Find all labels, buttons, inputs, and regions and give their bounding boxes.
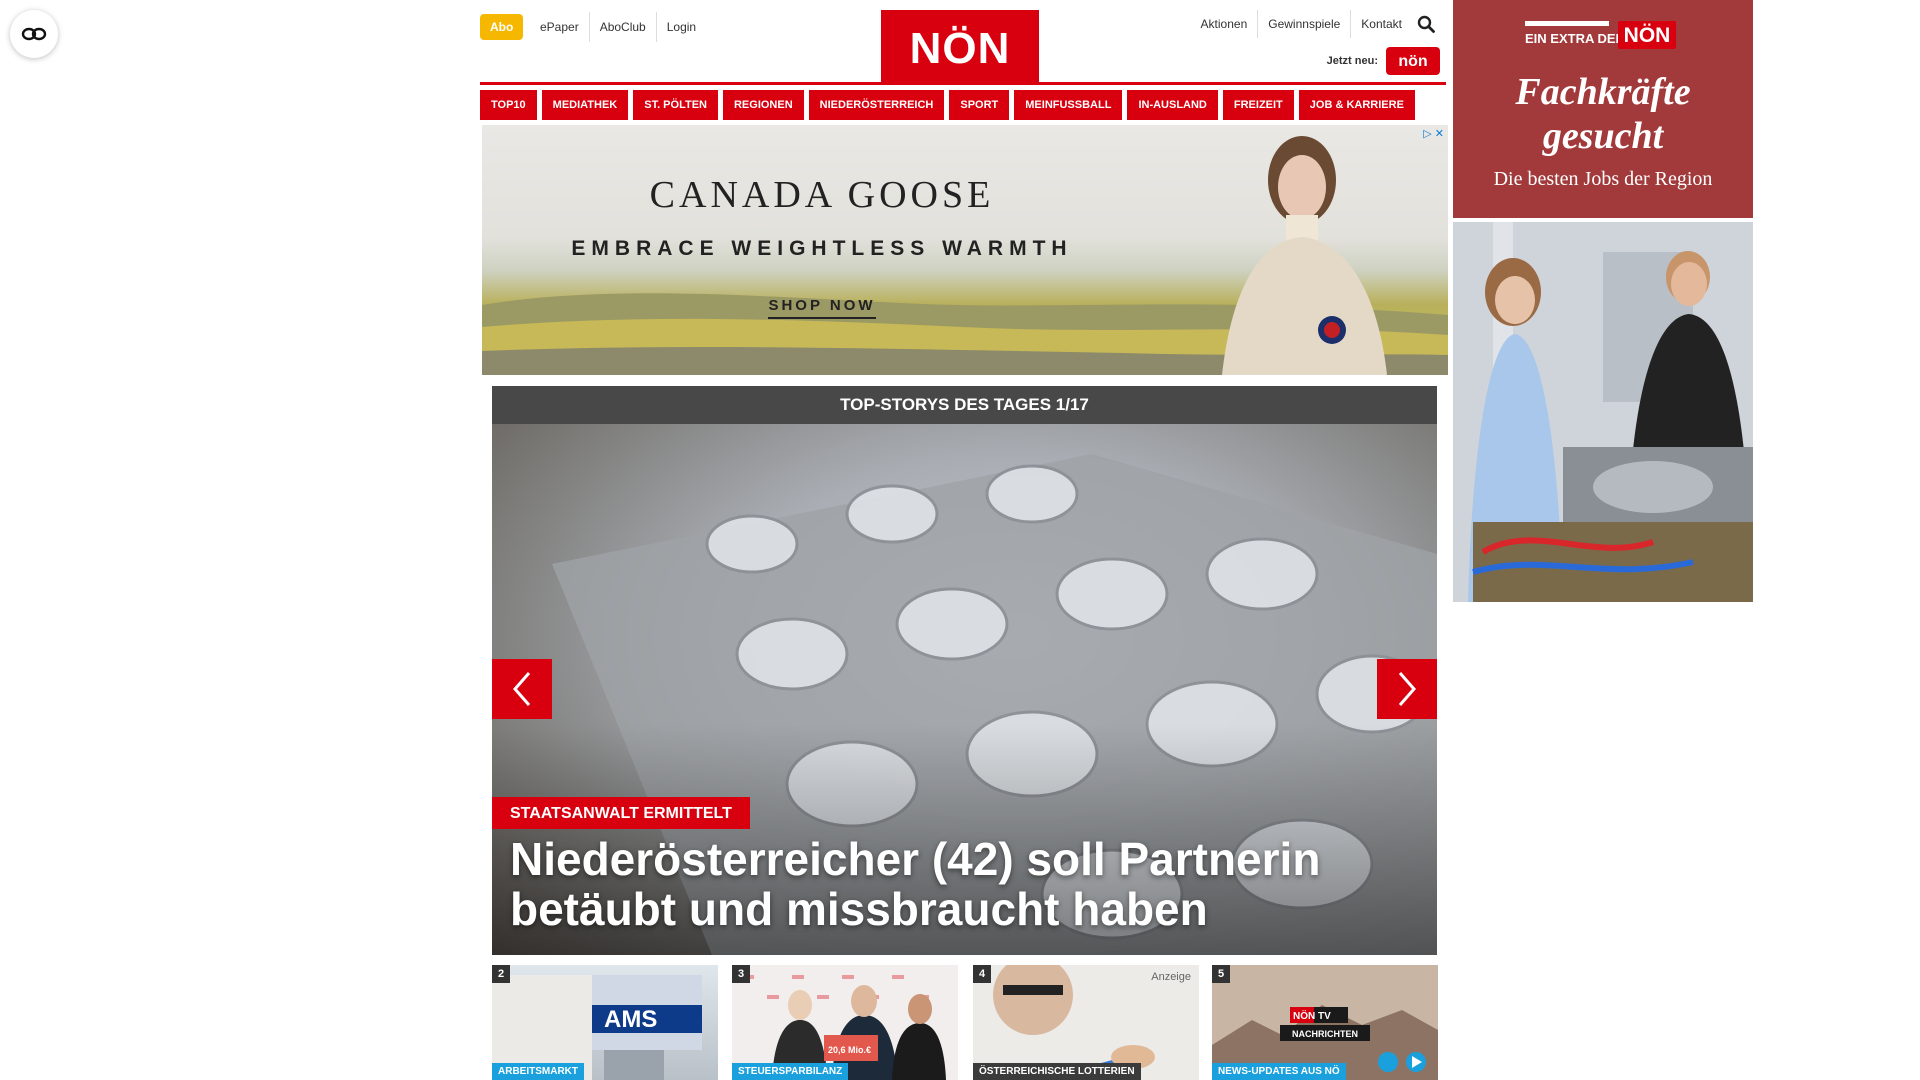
right-links: Aktionen Gewinnspiele Kontakt (1191, 10, 1440, 38)
story-thumb-3[interactable]: 20,6 Mio.€ 3 STEUERSPARBILANZ (732, 965, 958, 1080)
thumb-5-tv-sub: NACHRICHTEN (1292, 1029, 1358, 1039)
chevron-left-icon (513, 672, 531, 706)
nav-item-mediathek[interactable]: MEDIATHEK (541, 90, 629, 120)
ad-cta[interactable]: SHOP NOW (482, 297, 1162, 319)
hero-story[interactable]: STAATSANWALT ERMITTELT Niederösterreiche… (492, 424, 1437, 955)
story-thumb-2[interactable]: AMS 2 ARBEITSMARKT (492, 965, 718, 1080)
site-logo[interactable]: NÖN (881, 10, 1039, 84)
thumb-3-number: 3 (732, 965, 750, 983)
aboclub-link[interactable]: AboClub (588, 12, 656, 42)
top-stories-header: TOP-STORYS DES TAGES 1/17 (492, 386, 1437, 424)
ad-model-image (1222, 136, 1387, 375)
epaper-link[interactable]: ePaper (530, 12, 589, 42)
story-thumb-4[interactable]: 4 Anzeige ÖSTERREICHISCHE LOTTERIEN (973, 965, 1199, 1080)
thumb-5-tv-label: NÖN TV (1293, 1009, 1331, 1022)
nav-item-meinfussball[interactable]: MEINFUSSBALL (1014, 90, 1123, 120)
thumb-3-tag[interactable]: STEUERSPARBILANZ (732, 1063, 849, 1080)
accessibility-icon (21, 27, 47, 41)
login-link[interactable]: Login (655, 12, 706, 42)
thumb-4-anzeige-label: Anzeige (1151, 971, 1191, 983)
thumb-4-tag[interactable]: ÖSTERREICHISCHE LOTTERIEN (973, 1063, 1141, 1080)
ad-slogan: EMBRACE WEIGHTLESS WARMTH (571, 237, 1073, 260)
nav-item-in-ausland[interactable]: IN-AUSLAND (1127, 90, 1218, 120)
sidebar-ad-header: EIN EXTRA DER NÖN Fachkräfte gesucht Die… (1453, 0, 1753, 218)
banner-ad[interactable]: ▷ ✕ CANADA GOOSE EMBRACE WEIGHTLESS WARM… (482, 125, 1448, 375)
nav-item-top10[interactable]: TOP10 (480, 90, 537, 120)
aktionen-link[interactable]: Aktionen (1191, 10, 1258, 38)
sidebar-ad[interactable]: EIN EXTRA DER NÖN Fachkräfte gesucht Die… (1453, 0, 1753, 602)
nav-item-job-karriere[interactable]: JOB & KARRIERE (1298, 90, 1415, 120)
story-thumb-5[interactable]: NÖN TV NACHRICHTEN 5 NEWS-UPDATES AUS NÖ (1212, 965, 1438, 1080)
gewinnspiele-link[interactable]: Gewinnspiele (1257, 10, 1350, 38)
site-header: Abo ePaper AboClub Login NÖN Aktionen Ge… (480, 0, 1440, 84)
nav-item-niederoesterreich[interactable]: NIEDERÖSTERREICH (808, 90, 945, 120)
nav-item-regionen[interactable]: REGIONEN (722, 90, 804, 120)
sidebar-ad-divider (1525, 21, 1609, 26)
story-thumbnails: AMS 2 ARBEITSMARKT 20,6 Mio.€ 3 STEUERSP… (492, 965, 1438, 1080)
thumb-2-tag[interactable]: ARBEITSMARKT (492, 1063, 584, 1080)
chevron-right-icon (1398, 672, 1416, 706)
search-button[interactable] (1412, 10, 1440, 38)
header-divider (480, 82, 1446, 85)
sidebar-ad-title-line2: gesucht (1542, 115, 1664, 157)
jetzt-neu: Jetzt neu: nön (1327, 47, 1440, 75)
hero-category-tag[interactable]: STAATSANWALT ERMITTELT (492, 797, 750, 829)
sidebar-ad-title-line1: Fachkräfte (1515, 71, 1691, 113)
next-story-button[interactable] (1377, 659, 1437, 719)
nav-item-st-poelten[interactable]: ST. PÖLTEN (633, 90, 718, 120)
nav-item-sport[interactable]: SPORT (949, 90, 1010, 120)
sidebar-ad-logo: NÖN (1618, 21, 1676, 49)
ad-cta-label: SHOP NOW (768, 297, 876, 319)
ad-brand: CANADA GOOSE (649, 174, 995, 216)
abo-button[interactable]: Abo (480, 14, 524, 40)
jetzt-neu-label: Jetzt neu: (1326, 55, 1378, 67)
kontakt-link[interactable]: Kontakt (1350, 10, 1412, 38)
thumb-5-number: 5 (1212, 965, 1230, 983)
main-nav: TOP10 MEDIATHEK ST. PÖLTEN REGIONEN NIED… (480, 90, 1448, 120)
thumb-3-sign: 20,6 Mio.€ (828, 1045, 871, 1055)
thumb-2-logo: AMS (604, 1006, 657, 1033)
sidebar-ad-extra-label: EIN EXTRA DER (1525, 31, 1625, 46)
prev-story-button[interactable] (492, 659, 552, 719)
nav-item-freizeit[interactable]: FREIZEIT (1222, 90, 1294, 120)
jetzt-neu-badge[interactable]: nön (1386, 47, 1440, 75)
accessibility-button[interactable] (10, 10, 58, 58)
hero-headline[interactable]: Niederösterreicher (42) soll Partnerin b… (510, 834, 1410, 934)
thumb-5-tag[interactable]: NEWS-UPDATES AUS NÖ (1212, 1063, 1346, 1080)
top-links: ePaper AboClub Login (530, 12, 706, 42)
sidebar-ad-title: Fachkräfte gesucht (1453, 70, 1753, 158)
thumb-2-number: 2 (492, 965, 510, 983)
thumb-4-number: 4 (973, 965, 991, 983)
sidebar-ad-photo (1453, 222, 1753, 602)
adchoices-icon[interactable]: ▷ ✕ (1423, 127, 1444, 140)
search-icon (1417, 15, 1435, 33)
sidebar-ad-subtitle: Die besten Jobs der Region (1493, 168, 1713, 190)
